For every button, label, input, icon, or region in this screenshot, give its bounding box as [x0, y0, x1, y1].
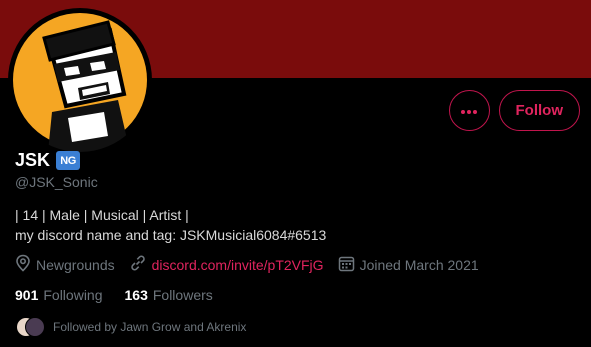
avatar [25, 317, 45, 337]
website-link[interactable]: discord.com/invite/pT2VFjG [152, 257, 324, 273]
display-name: JSK [15, 150, 51, 170]
more-options-button[interactable] [448, 90, 490, 131]
link-icon [129, 254, 147, 275]
bio-line: | 14 | Male | Musical | Artist | [15, 207, 189, 223]
following-label: Following [43, 287, 103, 303]
profile-avatar[interactable] [8, 8, 152, 152]
calendar-icon [338, 255, 355, 275]
followers-link[interactable]: 163 Followers [125, 287, 213, 303]
location-pin-icon [15, 254, 31, 275]
following-count: 901 [15, 287, 39, 303]
profile-actions: Follow [448, 90, 580, 131]
joined-item: Joined March 2021 [338, 255, 479, 275]
profile-bio: | 14 | Male | Musical | Artist | my disc… [15, 205, 326, 245]
ellipsis-icon [460, 102, 478, 120]
location-text: Newgrounds [36, 256, 115, 273]
followed-by-row[interactable]: Followed by Jawn Grow and Akrenix [16, 317, 246, 337]
follow-stats: 901 Following 163 Followers [15, 287, 213, 303]
profile-meta: Newgrounds discord.com/invite/pT2VFjG Jo… [15, 254, 479, 275]
joined-text: Joined March 2021 [359, 256, 479, 273]
follow-button[interactable]: Follow [498, 90, 580, 131]
bio-line: my discord name and tag: JSKMusicial6084… [15, 227, 327, 243]
website-item[interactable]: discord.com/invite/pT2VFjG [129, 254, 324, 275]
profile-page: Follow JSK NG @JSK_Sonic | 14 | Male | M… [0, 0, 591, 347]
avatar-image [13, 13, 147, 152]
followers-count: 163 [124, 287, 148, 303]
location-item: Newgrounds [15, 254, 115, 275]
name-row: JSK NG [15, 150, 81, 171]
followers-label: Followers [152, 287, 213, 303]
user-handle: @JSK_Sonic [15, 174, 98, 190]
newgrounds-badge-icon: NG [56, 151, 81, 170]
following-link[interactable]: 901 Following [15, 287, 103, 303]
followed-by-text: Followed by Jawn Grow and Akrenix [53, 320, 247, 334]
follower-avatars [16, 317, 45, 337]
